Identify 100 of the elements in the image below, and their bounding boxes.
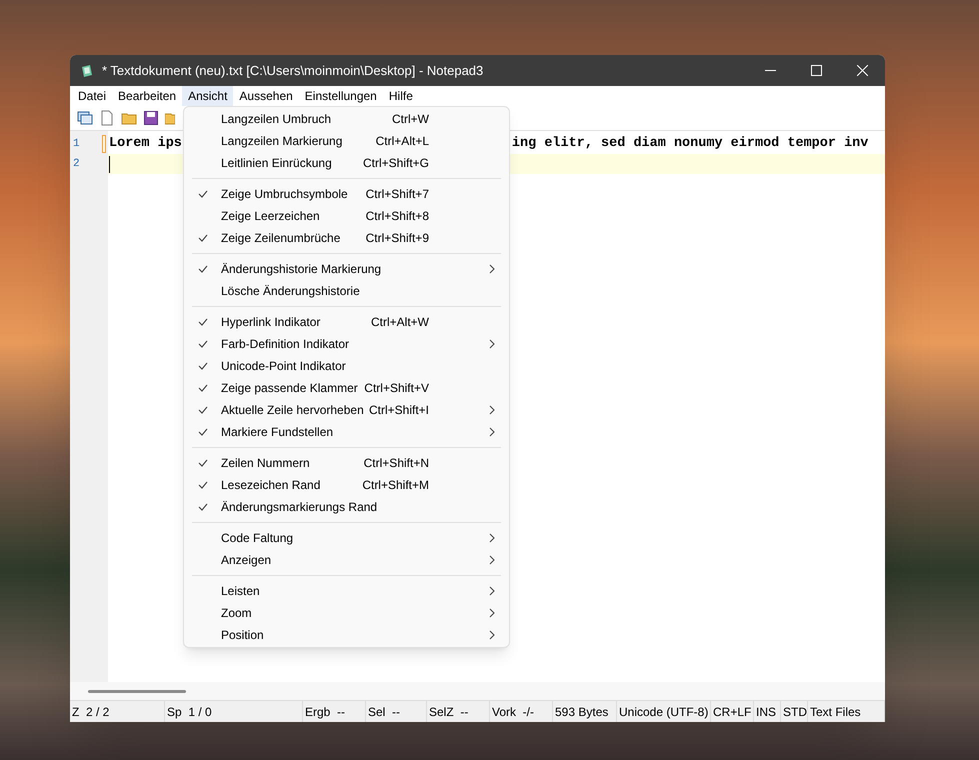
chevron-right-icon [489,405,495,415]
menu-item-label: Markiere Fundstellen [221,424,334,441]
menu-item-label: Anzeigen [221,552,272,569]
menu-item-label: Position [221,627,264,644]
checkmark-icon [198,459,208,467]
menu-item[interactable]: Zeige Leerzeichen Ctrl+Shift+8 [184,205,509,227]
menu-item-label: Zeige passende Klammer [221,380,358,397]
shortcut-text: Ctrl+Shift+N [364,455,429,472]
chevron-right-icon [489,608,495,618]
menu-item-label: Leisten [221,583,260,600]
menu-bar-item[interactable]: Einstellungen [298,86,383,106]
menu-item-label: Zeige Leerzeichen [221,208,320,225]
shortcut-text: Ctrl+Shift+9 [366,230,429,247]
status-bar-field: Z 2 / 2 [70,701,165,722]
menu-bar-item[interactable]: Ansicht [182,86,234,106]
chevron-right-icon [489,533,495,543]
shortcut-text: Ctrl+Alt+L [376,133,429,150]
menu-item[interactable]: Änderungsmarkierungs Rand [184,496,509,518]
chevron-right-icon [489,427,495,437]
shortcut-text: Ctrl+Alt+W [370,314,429,331]
menu-item[interactable]: Code Faltung [184,527,509,549]
status-bar-field: Sp 1 / 0 [165,701,303,722]
scrollbar-thumb[interactable] [88,690,186,692]
menu-item-label: Hyperlink Indikator [221,314,320,331]
status-bar-field: Sel -- [366,701,427,722]
checkmark-icon [198,265,208,273]
menu-item-label: Unicode-Point Indikator [221,358,346,375]
menu-item-label: Leitlinien Einrückung [221,155,332,172]
status-bar-field: Vork -/- [490,701,553,722]
menu-bar-item[interactable]: Bearbeiten [112,86,182,106]
menu-item[interactable]: Anzeigen [184,549,509,571]
menu-bar-item[interactable]: Datei [72,86,112,106]
checkmark-icon [198,481,208,489]
menu-item[interactable]: Markiere Fundstellen [184,421,509,443]
menu-item[interactable]: Zeige Zeilenumbrüche Ctrl+Shift+9 [184,227,509,249]
chevron-right-icon [489,586,495,596]
menu-item[interactable]: Änderungshistorie Markierung [184,258,509,280]
menu-item-label: Lösche Änderungshistorie [221,283,360,300]
code-text: Lorem ips [109,134,182,153]
menu-item-label: Lesezeichen Rand [221,477,320,494]
new-file-icon[interactable] [99,110,115,126]
menu-item-label: Langzeilen Umbruch [221,111,332,128]
menu-item-label: Änderungshistorie Markierung [221,261,382,278]
status-bar-field: Text Files [808,701,885,722]
menu-item[interactable]: Unicode-Point Indikator [184,355,509,377]
maximize-icon [810,65,822,76]
menu-item[interactable]: Lösche Änderungshistorie [184,280,509,302]
text-cursor [109,156,110,172]
menu-item-label: Zeige Umbruchsymbole [221,186,348,203]
shortcut-text: Ctrl+Shift+I [368,402,429,419]
line-number: 1 [73,136,80,152]
close-icon [856,65,868,76]
status-bar-field: 593 Bytes [553,701,617,722]
checkmark-icon [198,362,208,370]
menu-item[interactable]: Hyperlink Indikator Ctrl+Alt+W [184,311,509,333]
shortcut-text: Ctrl+Shift+M [362,477,429,494]
menu-item[interactable]: Zeige passende Klammer Ctrl+Shift+V [184,377,509,399]
menu-item[interactable]: Zeige Umbruchsymbole Ctrl+Shift+7 [184,183,509,205]
menu-item[interactable]: Zoom [184,602,509,624]
menu-item[interactable]: Farb-Definition Indikator [184,333,509,355]
menu-item-label: Code Faltung [221,530,294,547]
menu-item[interactable]: Langzeilen Markierung Ctrl+Alt+L [184,130,509,152]
chevron-right-icon [489,555,495,565]
status-bar-field: CR+LF [711,701,754,722]
menu-item-label: Langzeilen Markierung [221,133,342,150]
status-bar-field: STD [781,701,808,722]
code-text: ing elitr, sed diam nonumy eirmod tempor inv [512,134,868,153]
checkmark-icon [198,340,208,348]
menu-bar-item[interactable]: Aussehen [233,86,299,106]
status-bar-field: INS [754,701,781,722]
notepad-app-icon [80,64,94,78]
menu-bar-item[interactable]: Hilfe [382,86,419,106]
shortcut-text: Ctrl+W [392,111,429,128]
menu-item-label: Zeilen Nummern [221,455,310,472]
save-icon[interactable] [143,110,159,126]
menu-item-label: Änderungsmarkierungs Rand [221,499,378,516]
menu-item[interactable]: Aktuelle Zeile hervorheben Ctrl+Shift+I [184,399,509,421]
checkmark-icon [198,190,208,198]
menu-item[interactable]: Leitlinien Einrückung Ctrl+Shift+G [184,152,509,174]
menu-item[interactable]: Leisten [184,580,509,602]
checkmark-icon [198,384,208,392]
checkmark-icon [198,406,208,414]
window-title: * Textdokument (neu).txt [C:\Users\moinmoin\Desktop] - Notepad3 [102,62,484,80]
menu-item[interactable]: Lesezeichen Rand Ctrl+Shift+M [184,474,509,496]
checkmark-icon [198,234,208,242]
chevron-right-icon [489,264,495,274]
menu-item[interactable]: Langzeilen Umbruch Ctrl+W [184,108,509,130]
menu-item-label: Aktuelle Zeile hervorheben [221,402,364,419]
shortcut-text: Ctrl+Shift+G [362,155,429,172]
checkmark-icon [198,318,208,326]
menu-item-label: Zeige Zeilenumbrüche [221,230,340,247]
status-bar-field: Ergb -- [303,701,366,722]
status-bar-field: SelZ -- [427,701,490,722]
menu-item[interactable]: Zeilen Nummern Ctrl+Shift+N [184,452,509,474]
windows-icon[interactable] [77,110,93,126]
shortcut-text: Ctrl+Shift+7 [366,186,429,203]
chevron-right-icon [489,630,495,640]
checkmark-icon [198,503,208,511]
status-bar-field: Unicode (UTF-8) [617,701,711,722]
menu-item[interactable]: Position [184,624,509,646]
